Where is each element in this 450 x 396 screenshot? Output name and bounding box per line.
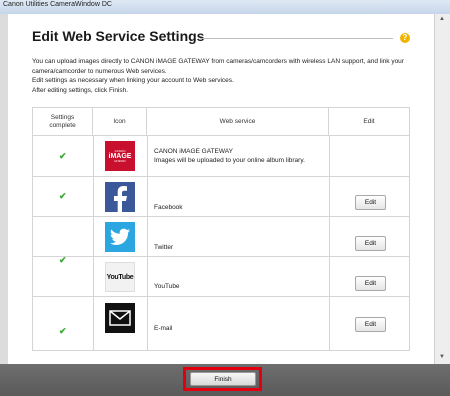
scroll-up-arrow-icon[interactable]: ▲ — [439, 16, 445, 22]
scroll-down-arrow-icon[interactable]: ▼ — [439, 354, 445, 360]
table-divider — [33, 296, 409, 297]
header-edit: Edit — [363, 117, 375, 125]
facebook-icon — [105, 182, 135, 212]
settings-complete-check-icon: ✔ — [59, 191, 67, 201]
settings-complete-check-icon: ✔ — [59, 255, 67, 265]
canon-logo-text: iMAGE — [108, 152, 132, 160]
web-service-name: E-mail — [154, 325, 173, 332]
bottom-bar: Finish — [0, 364, 450, 396]
edit-email-button[interactable]: Edit — [355, 317, 386, 332]
description-line: You can upload images directly to CANON … — [32, 58, 404, 65]
youtube-logo-text: YouTube — [106, 273, 134, 281]
canon-logo-text: GATEWAY — [113, 159, 127, 163]
edit-youtube-button[interactable]: Edit — [355, 276, 386, 291]
window-frame: Edit Web Service Settings ? You can uplo… — [0, 14, 450, 364]
description-line: Edit settings as necessary when linking … — [32, 77, 234, 84]
table-divider — [33, 176, 409, 177]
title-divider — [200, 38, 393, 39]
youtube-icon: YouTube — [105, 262, 135, 292]
web-service-table: Settings complete Icon Web service Edit … — [32, 107, 410, 351]
description-line: camera/camcorder to numerous Web service… — [32, 67, 167, 75]
title-bar: Canon Utilities CameraWindow DC — [0, 0, 450, 15]
table-divider — [329, 135, 330, 350]
twitter-icon — [105, 222, 135, 252]
web-service-name: Twitter — [154, 244, 174, 251]
page-title: Edit Web Service Settings — [32, 28, 205, 44]
settings-complete-check-icon: ✔ — [59, 151, 67, 161]
web-service-name: YouTube — [154, 283, 180, 290]
settings-complete-check-icon: ✔ — [59, 326, 67, 336]
window-title: Canon Utilities CameraWindow DC — [3, 1, 112, 8]
table-divider — [33, 135, 409, 136]
main-content: Edit Web Service Settings ? You can uplo… — [8, 14, 434, 364]
help-icon[interactable]: ? — [400, 33, 410, 43]
edit-facebook-button[interactable]: Edit — [355, 195, 386, 210]
web-service-name: Facebook — [154, 204, 183, 211]
service-label: CANON iMAGE GATEWAY — [154, 148, 233, 155]
header-web-service: Web service — [147, 108, 329, 135]
edit-twitter-button[interactable]: Edit — [355, 236, 386, 251]
header-settings-complete: Settings complete — [33, 108, 93, 135]
table-divider — [93, 135, 94, 350]
table-divider — [33, 216, 409, 217]
table-divider — [147, 135, 148, 350]
vertical-scrollbar[interactable]: ▲ ▼ — [434, 14, 450, 364]
canon-image-gateway-icon: CANON iMAGE GATEWAY — [105, 141, 135, 171]
header-icon: Icon — [93, 108, 147, 135]
service-note: Images will be uploaded to your online a… — [154, 157, 305, 164]
finish-button[interactable]: Finish — [190, 372, 256, 386]
email-icon — [105, 303, 135, 333]
description-line: After editing settings, click Finish. — [32, 86, 129, 94]
web-service-name: CANON iMAGE GATEWAY Images will be uploa… — [154, 147, 305, 165]
description: You can upload images directly to CANON … — [32, 57, 422, 95]
table-divider — [33, 256, 409, 257]
